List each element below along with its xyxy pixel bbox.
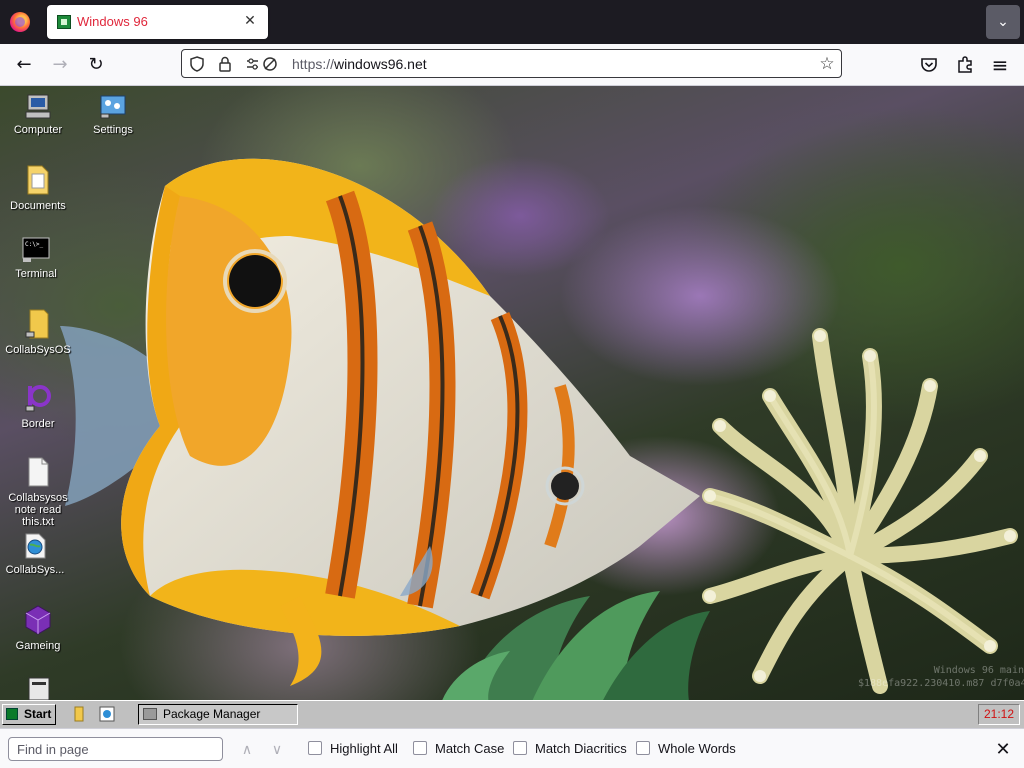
find-bar-close-button[interactable]: ✕ [992,738,1014,760]
desktop-icon-label: Terminal [15,268,57,280]
tab-title: Windows 96 [77,14,148,29]
build-watermark: Windows 96 main $188efa922.230410.m87 d7… [858,665,1024,689]
windows96-desktop[interactable]: Computer Settings Documents C:\>_ Termin… [0,86,1024,700]
desktop-icon-collabsysos[interactable]: CollabSysOS [3,308,73,356]
find-in-page-input[interactable] [8,737,223,761]
tracking-shield-icon[interactable] [188,55,206,73]
start-label: Start [24,707,52,721]
desktop-icon-collabsys-web[interactable]: CollabSys... [0,532,70,576]
url-bar[interactable]: https://windows96.net ☆ [181,49,842,78]
navigation-toolbar: ← → ↻ https://windows96.net ☆ ≡ [0,44,1024,86]
quicklaunch-folder-icon[interactable] [70,705,88,723]
desktop-icon-partial[interactable] [3,676,73,700]
computer-icon [25,94,51,119]
lock-icon[interactable] [216,55,234,73]
desktop-icon-label: Collabsysos note read this.txt [8,492,68,528]
folder-icon [25,309,49,339]
extensions-icon[interactable] [950,50,980,80]
terminal-icon: C:\>_ [22,237,50,262]
cube-icon [25,605,51,635]
tab-close-icon[interactable]: ✕ [240,11,260,31]
windows96-logo-icon [6,708,18,720]
checkbox-label: Whole Words [658,741,736,756]
taskbar: Start Package Manager 21:12 [0,700,1024,728]
start-button[interactable]: Start [2,704,56,725]
desktop-icon-gameing[interactable]: Gameing [3,604,73,652]
firefox-logo-icon[interactable] [10,12,30,32]
taskbar-item-package-manager[interactable]: Package Manager [138,704,298,725]
svg-text:C:\>_: C:\>_ [25,241,43,248]
desktop-icon-label: CollabSys... [5,564,65,576]
desktop-icon-note-file[interactable]: Collabsysos note read this.txt [3,456,73,528]
url-scheme: https:// [292,56,335,72]
forward-button[interactable]: → [45,50,75,80]
desktop-icon-label: Computer [13,124,63,136]
text-file-icon [28,457,49,487]
desktop-icon-label: Gameing [15,640,61,652]
checkbox-box[interactable] [308,741,322,755]
find-next-button[interactable]: ∨ [267,739,287,759]
app-menu-button[interactable]: ≡ [985,50,1015,80]
list-all-tabs-button[interactable]: ⌄ [986,5,1020,39]
desktop-icon-label: Settings [93,124,133,136]
desktop-icon-label: Documents [10,200,66,212]
globe-icon [25,533,46,559]
permissions-icon[interactable] [244,55,280,73]
border-icon [25,385,51,412]
desktop-icon-label: Border [21,418,55,430]
reload-button[interactable]: ↻ [81,50,111,80]
checkbox-label: Match Case [435,741,505,756]
desktop-icon-computer[interactable]: Computer [3,92,73,136]
checkbox-label: Match Diacritics [535,741,627,756]
system-clock[interactable]: 21:12 [978,704,1020,725]
url-host: windows96.net [334,56,427,72]
desktop-icon-terminal[interactable]: C:\>_ Terminal [1,236,71,280]
desktop-icon-documents[interactable]: Documents [3,164,73,212]
tab-strip: Windows 96 ✕ ⌄ [0,0,1024,44]
butterflyfish-decoration [60,158,700,686]
back-button[interactable]: ← [9,50,39,80]
find-previous-button[interactable]: ∧ [237,739,257,759]
bookmark-star-icon[interactable]: ☆ [818,55,836,73]
checkbox-box[interactable] [513,741,527,755]
checkbox-box[interactable] [636,741,650,755]
desktop-icon-settings[interactable]: Settings [78,92,148,136]
desktop-icon-label: CollabSysOS [5,344,71,356]
settings-icon [100,95,126,119]
pocket-icon[interactable] [914,50,944,80]
windows96-favicon-icon [57,15,71,29]
quicklaunch-browser-icon[interactable] [98,705,116,723]
sea-anemone-decoration [702,328,1018,694]
program-icon [28,677,50,700]
desktop-icon-border[interactable]: Border [3,382,73,430]
checkbox-box[interactable] [413,741,427,755]
url-text[interactable]: https://windows96.net [292,56,427,72]
package-icon [143,708,157,720]
find-bar: ∧ ∨ Highlight All Match Case Match Diacr… [0,728,1024,768]
taskbar-item-label: Package Manager [163,707,261,721]
tab-windows96[interactable]: Windows 96 ✕ [47,5,268,39]
folder-icon [27,165,49,195]
checkbox-label: Highlight All [330,741,398,756]
